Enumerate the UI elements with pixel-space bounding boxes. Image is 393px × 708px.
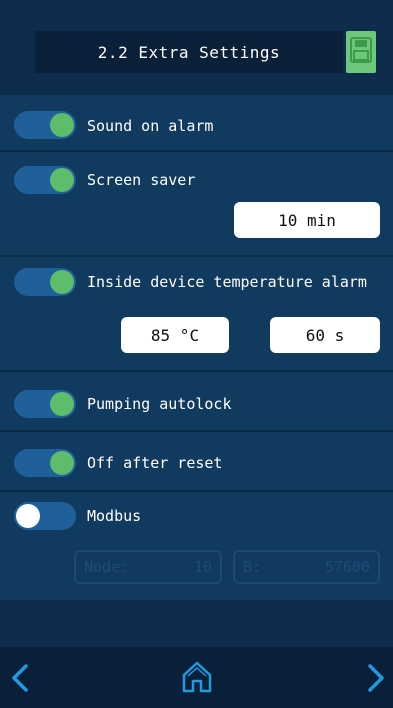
- screen-saver-label: Screen saver: [87, 171, 196, 189]
- temp-threshold-field[interactable]: 85 °C: [121, 317, 229, 353]
- chevron-left-icon[interactable]: [8, 662, 32, 698]
- page-title: 2.2 Extra Settings: [35, 31, 343, 73]
- temp-delay-field[interactable]: 60 s: [270, 317, 380, 353]
- modbus-node-value: 10: [193, 558, 212, 576]
- divider: [0, 490, 393, 492]
- bottom-spacer: [0, 600, 393, 647]
- chevron-right-icon[interactable]: [364, 662, 388, 698]
- modbus-baud-value: 57600: [324, 558, 370, 576]
- temp-alarm-label: Inside device temperature alarm: [87, 273, 367, 291]
- modbus-toggle[interactable]: [14, 502, 76, 530]
- screen-saver-toggle[interactable]: [14, 166, 76, 194]
- footer-nav: [0, 647, 393, 708]
- settings-panel: Sound on alarm Screen saver 10 min Insid…: [0, 95, 393, 600]
- modbus-baud-field: B: 57600: [233, 550, 380, 584]
- off-after-reset-toggle[interactable]: [14, 449, 76, 477]
- home-icon[interactable]: [180, 659, 214, 699]
- pumping-autolock-toggle[interactable]: [14, 390, 76, 418]
- divider: [0, 150, 393, 152]
- temp-alarm-toggle[interactable]: [14, 268, 76, 296]
- header: 2.2 Extra Settings: [0, 0, 393, 95]
- off-after-reset-label: Off after reset: [87, 454, 223, 472]
- divider: [0, 370, 393, 372]
- save-button[interactable]: [346, 31, 376, 73]
- modbus-baud-label: B:: [243, 558, 262, 576]
- sound-on-alarm-toggle[interactable]: [14, 111, 76, 139]
- pumping-autolock-label: Pumping autolock: [87, 395, 232, 413]
- modbus-node-field: Node: 10: [74, 550, 222, 584]
- screen-saver-time-field[interactable]: 10 min: [234, 202, 380, 238]
- floppy-disk-icon: [350, 37, 372, 67]
- divider: [0, 255, 393, 257]
- divider: [0, 430, 393, 432]
- modbus-node-label: Node:: [84, 558, 130, 576]
- modbus-label: Modbus: [87, 507, 142, 525]
- sound-on-alarm-label: Sound on alarm: [87, 117, 214, 135]
